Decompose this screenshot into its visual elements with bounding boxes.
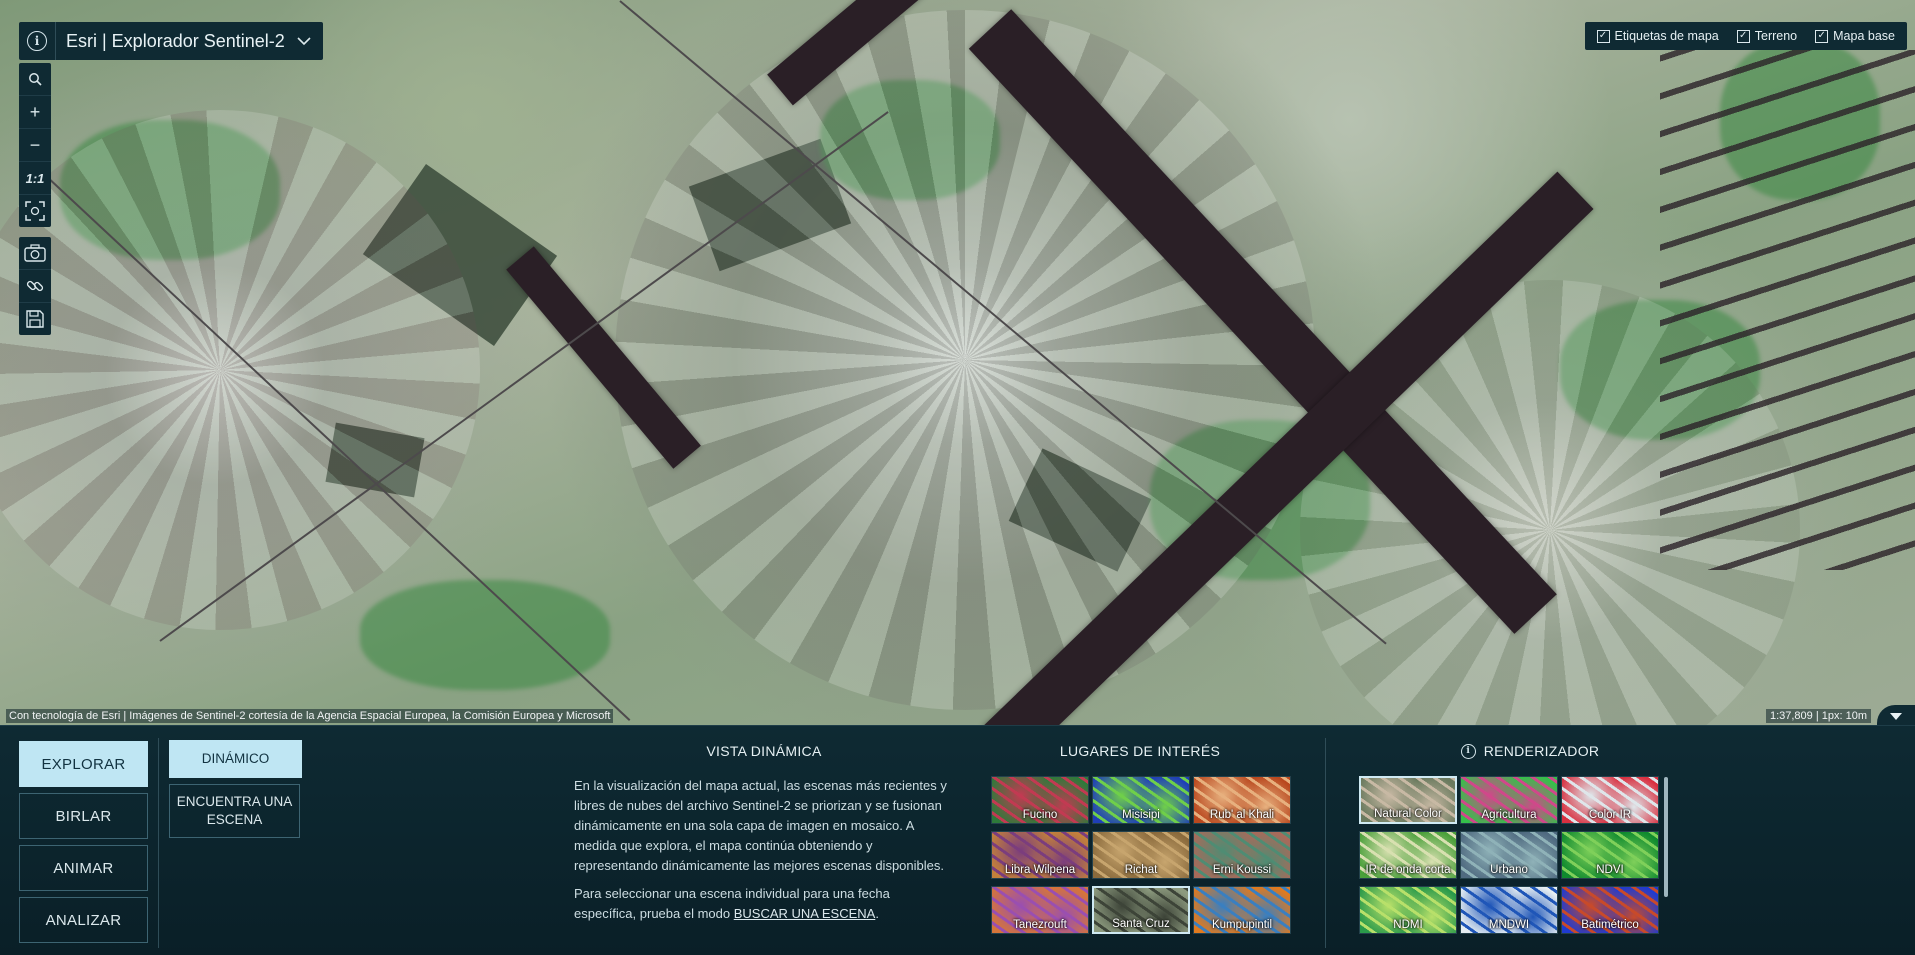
search-icon <box>29 73 42 86</box>
renderer-tile[interactable]: Natural Color <box>1359 776 1457 824</box>
find-scene-link[interactable]: BUSCAR UNA ESCENA <box>734 906 876 921</box>
chevron-down-icon[interactable] <box>297 33 323 50</box>
save-button[interactable] <box>19 303 51 335</box>
app-title: Esri | Explorador Sentinel-2 <box>66 30 285 51</box>
place-label: Kumpupintil <box>1211 919 1273 931</box>
place-tile[interactable]: Richat <box>1092 831 1190 879</box>
place-tile[interactable]: Libra Wilpena <box>991 831 1089 879</box>
toggle-label: Etiquetas de mapa <box>1614 29 1719 43</box>
fullscreen-button[interactable] <box>19 195 51 227</box>
divider <box>1325 738 1326 948</box>
place-tile[interactable]: Rub' al Khali <box>1193 776 1291 824</box>
map-attribution: Con tecnología de Esri | Imágenes de Sen… <box>6 709 614 723</box>
place-tile[interactable]: Erni Koussi <box>1193 831 1291 879</box>
submode-dynamic-button[interactable]: DINÁMICO <box>169 740 302 778</box>
app-title-bar[interactable]: i Esri | Explorador Sentinel-2 <box>19 22 323 60</box>
mode-analyze-button[interactable]: ANALIZAR <box>19 897 148 943</box>
submode-find-scene-button[interactable]: ENCUENTRA UNA ESCENA <box>169 784 300 838</box>
place-label: Santa Cruz <box>1112 918 1170 930</box>
renderer-tile[interactable]: Agricultura <box>1460 776 1558 824</box>
renderer-tile[interactable]: MNDWI <box>1460 886 1558 934</box>
renderer-tile[interactable]: Urbano <box>1460 831 1558 879</box>
place-tile[interactable]: Kumpupintil <box>1193 886 1291 934</box>
layer-toggles: ✓ Etiquetas de mapa ✓ Terreno ✓ Mapa bas… <box>1584 22 1907 50</box>
info-icon: i <box>27 31 47 51</box>
map-strip-fields <box>1660 50 1915 570</box>
dynamic-view-description: En la visualización del mapa actual, las… <box>574 776 954 924</box>
dynamic-view-title: VISTA DINÁMICA <box>706 743 822 759</box>
renderer-title: RENDERIZADOR <box>1483 743 1600 759</box>
checkbox-checked-icon[interactable]: ✓ <box>1736 29 1750 43</box>
toggle-label: Terreno <box>1754 29 1798 43</box>
checkbox-checked-icon[interactable]: ✓ <box>1596 29 1610 43</box>
renderer-header: i RENDERIZADOR <box>1440 743 1620 759</box>
renderer-label: Batimétrico <box>1581 919 1639 931</box>
place-label: Misisipi <box>1122 809 1160 821</box>
mode-animate-button[interactable]: ANIMAR <box>19 845 148 891</box>
places-grid: Fucino Misisipi Rub' al Khali Libra Wilpena… <box>991 776 1291 934</box>
copy-link-button[interactable] <box>19 270 51 303</box>
renderer-label: IR de onda corta <box>1365 864 1451 876</box>
info-icon[interactable]: i <box>1460 743 1476 759</box>
collapse-panel-button[interactable] <box>1877 705 1915 725</box>
mode-explore-button[interactable]: EXPLORAR <box>19 741 148 787</box>
search-button[interactable] <box>19 63 51 96</box>
info-button[interactable]: i <box>19 22 56 60</box>
place-label: Fucino <box>1022 809 1058 821</box>
place-label: Libra Wilpena <box>1004 864 1076 876</box>
satellite-map[interactable]: i Esri | Explorador Sentinel-2 + − 1:1 ✓ <box>0 0 1915 725</box>
map-actions-toolbar <box>19 237 51 335</box>
checkbox-checked-icon[interactable]: ✓ <box>1815 29 1829 43</box>
renderer-tile[interactable]: Batimétrico <box>1561 886 1659 934</box>
places-title: LUGARES DE INTERÉS <box>1059 743 1221 759</box>
place-label: Richat <box>1124 864 1158 876</box>
description-paragraph-2: Para seleccionar una escena individual p… <box>574 884 954 924</box>
map-toolbar: + − 1:1 <box>19 63 51 227</box>
place-tile[interactable]: Tanezrouft <box>991 886 1089 934</box>
renderer-tile[interactable]: Color IR <box>1561 776 1659 824</box>
renderer-tile[interactable]: NDMI <box>1359 886 1457 934</box>
place-label: Tanezrouft <box>1013 919 1067 931</box>
toggle-map-labels[interactable]: ✓ Etiquetas de mapa <box>1596 29 1719 43</box>
renderer-label: Agricultura <box>1481 809 1537 821</box>
place-tile[interactable]: Santa Cruz <box>1092 886 1190 934</box>
screenshot-button[interactable] <box>19 237 51 270</box>
toggle-label: Mapa base <box>1833 29 1895 43</box>
camera-icon <box>24 244 46 262</box>
renderer-tile[interactable]: IR de onda corta <box>1359 831 1457 879</box>
renderer-scrollbar[interactable] <box>1664 777 1668 897</box>
renderer-label: MNDWI <box>1488 919 1530 931</box>
place-label: Erni Koussi <box>1212 864 1272 876</box>
zoom-one-to-one-button[interactable]: 1:1 <box>19 162 51 195</box>
toggle-terrain[interactable]: ✓ Terreno <box>1736 29 1798 43</box>
renderer-label: NDMI <box>1393 919 1423 931</box>
place-tile[interactable]: Fucino <box>991 776 1089 824</box>
divider <box>158 738 159 948</box>
scale-readout: 1:37,809 | 1px: 10m <box>1765 709 1871 723</box>
description-text: . <box>875 906 879 921</box>
mode-swipe-button[interactable]: BIRLAR <box>19 793 148 839</box>
description-paragraph: En la visualización del mapa actual, las… <box>574 778 947 873</box>
bottom-panel: EXPLORAR BIRLAR ANIMAR ANALIZAR DINÁMICO… <box>0 725 1915 955</box>
map-radial-field <box>615 10 1315 710</box>
zoom-out-button[interactable]: − <box>19 129 51 162</box>
toggle-basemap[interactable]: ✓ Mapa base <box>1815 29 1895 43</box>
link-icon <box>26 280 44 292</box>
renderer-label: NDVI <box>1596 864 1624 876</box>
fullscreen-icon <box>25 201 45 221</box>
renderer-label: Color IR <box>1588 809 1632 821</box>
renderer-tile[interactable]: NDVI <box>1561 831 1659 879</box>
place-label: Rub' al Khali <box>1209 809 1275 821</box>
map-vegetation <box>360 580 610 690</box>
renderer-label: Urbano <box>1490 864 1528 876</box>
zoom-in-button[interactable]: + <box>19 96 51 129</box>
renderer-label: Natural Color <box>1374 808 1442 820</box>
renderer-grid: Natural Color Agricultura Color IR IR de on… <box>1359 776 1659 934</box>
place-tile[interactable]: Misisipi <box>1092 776 1190 824</box>
save-icon <box>26 310 44 328</box>
chevron-down-icon <box>1890 712 1902 720</box>
